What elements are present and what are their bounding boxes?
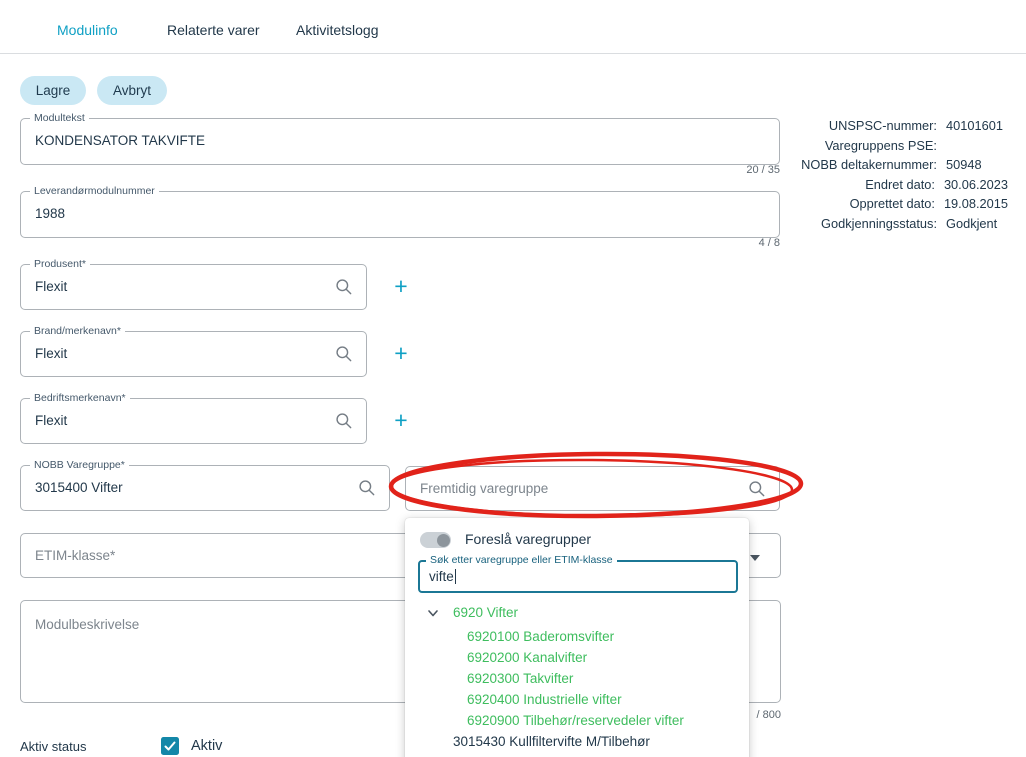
tree-node-3015430[interactable]: 3015430 Kullfiltervifte M/Tilbehør (453, 734, 650, 749)
info-row: Opprettet dato: 19.08.2015 (780, 194, 1008, 214)
aktiv-status-label: Aktiv status (20, 739, 86, 754)
add-brand-button[interactable]: + (389, 341, 413, 365)
aktiv-checkbox[interactable] (161, 737, 179, 755)
chevron-down-icon[interactable] (427, 607, 439, 619)
produsent-label: Produsent* (30, 258, 90, 270)
search-icon[interactable] (334, 411, 354, 431)
info-value: 19.08.2015 (944, 196, 1008, 211)
bedriftsmerkenavn-field[interactable]: Bedriftsmerkenavn* Flexit (20, 398, 367, 444)
modultekst-field[interactable]: Modultekst KONDENSATOR TAKVIFTE (20, 118, 780, 165)
leverandormodulnummer-counter: 4 / 8 (680, 237, 780, 249)
info-value: 50948 (946, 157, 982, 172)
varegruppe-search-value: vifte (429, 569, 456, 584)
produsent-value: Flexit (35, 279, 67, 294)
fremtidig-varegruppe-field[interactable]: Fremtidig varegruppe (405, 466, 780, 511)
text-cursor (455, 569, 456, 584)
tree-node-6920400[interactable]: 6920400 Industrielle vifter (467, 692, 622, 707)
foresla-varegrupper-toggle[interactable] (420, 532, 451, 548)
fremtidig-varegruppe-placeholder: Fremtidig varegruppe (420, 481, 548, 496)
cancel-button[interactable]: Avbryt (97, 76, 167, 105)
nobb-varegruppe-label: NOBB Varegruppe* (30, 459, 129, 471)
info-label: NOBB deltakernummer: (780, 157, 937, 172)
leverandormodulnummer-value: 1988 (35, 206, 65, 221)
info-row: Endret dato: 30.06.2023 (780, 175, 1008, 195)
varegruppe-search-label: Søk etter varegruppe eller ETIM-klasse (426, 554, 617, 566)
info-row: NOBB deltakernummer: 50948 (780, 155, 1008, 175)
nobb-varegruppe-field[interactable]: NOBB Varegruppe* 3015400 Vifter (20, 465, 390, 511)
info-value: Godkjent (946, 216, 997, 231)
modultekst-label: Modultekst (30, 112, 89, 124)
varegruppe-popup: Foreslå varegrupper Søk etter varegruppe… (405, 518, 749, 757)
search-icon[interactable] (357, 478, 377, 498)
info-value: 30.06.2023 (944, 177, 1008, 192)
info-label: UNSPSC-nummer: (780, 118, 937, 133)
info-row: Varegruppens PSE: (780, 136, 1008, 156)
info-label: Godkjenningsstatus: (780, 216, 937, 231)
info-label: Endret dato: (780, 177, 935, 192)
search-icon[interactable] (334, 277, 354, 297)
add-produsent-button[interactable]: + (389, 274, 413, 298)
tab-modulinfo[interactable]: Modulinfo (57, 22, 118, 38)
toggle-knob (437, 534, 450, 547)
tree-node-6920300[interactable]: 6920300 Takvifter (467, 671, 573, 686)
bedriftsmerkenavn-label: Bedriftsmerkenavn* (30, 392, 130, 404)
info-row: UNSPSC-nummer: 40101601 (780, 116, 1008, 136)
leverandormodulnummer-field[interactable]: Leverandørmodulnummer 1988 (20, 191, 780, 238)
add-bedriftsmerkenavn-button[interactable]: + (389, 408, 413, 432)
modultekst-value: KONDENSATOR TAKVIFTE (35, 133, 205, 148)
nobb-varegruppe-value: 3015400 Vifter (35, 480, 123, 495)
module-info-panel: UNSPSC-nummer: 40101601 Varegruppens PSE:… (780, 116, 1008, 233)
tab-relaterte-varer[interactable]: Relaterte varer (167, 22, 260, 38)
info-value: 40101601 (946, 118, 1003, 133)
tab-aktivitetslogg[interactable]: Aktivitetslogg (296, 22, 378, 38)
info-label: Varegruppens PSE: (780, 138, 937, 153)
tree-node-6920200[interactable]: 6920200 Kanalvifter (467, 650, 587, 665)
aktiv-checkbox-label: Aktiv (191, 738, 222, 754)
brand-value: Flexit (35, 346, 67, 361)
brand-field[interactable]: Brand/merkenavn* Flexit (20, 331, 367, 377)
tabs-divider (0, 53, 1026, 54)
tree-node-6920[interactable]: 6920 Vifter (453, 605, 518, 620)
bedriftsmerkenavn-value: Flexit (35, 413, 67, 428)
chevron-down-icon[interactable] (750, 555, 760, 561)
info-row: Godkjenningsstatus: Godkjent (780, 214, 1008, 234)
tree-node-6920100[interactable]: 6920100 Baderomsvifter (467, 629, 614, 644)
save-button[interactable]: Lagre (20, 76, 86, 105)
search-icon[interactable] (334, 344, 354, 364)
info-label: Opprettet dato: (780, 196, 935, 211)
modultekst-counter: 20 / 35 (680, 164, 780, 176)
tree-node-6920900[interactable]: 6920900 Tilbehør/reservedeler vifter (467, 713, 684, 728)
modulbeskrivelse-placeholder: Modulbeskrivelse (35, 617, 139, 632)
brand-label: Brand/merkenavn* (30, 325, 125, 337)
foresla-varegrupper-label: Foreslå varegrupper (465, 531, 591, 547)
etim-klasse-placeholder: ETIM-klasse* (35, 548, 115, 563)
module-info-page: Modulinfo Relaterte varer Aktivitetslogg… (0, 0, 1026, 757)
leverandormodulnummer-label: Leverandørmodulnummer (30, 185, 159, 197)
check-icon (163, 739, 177, 753)
produsent-field[interactable]: Produsent* Flexit (20, 264, 367, 310)
search-icon[interactable] (747, 479, 767, 499)
varegruppe-search-input[interactable]: Søk etter varegruppe eller ETIM-klasse v… (418, 560, 738, 593)
